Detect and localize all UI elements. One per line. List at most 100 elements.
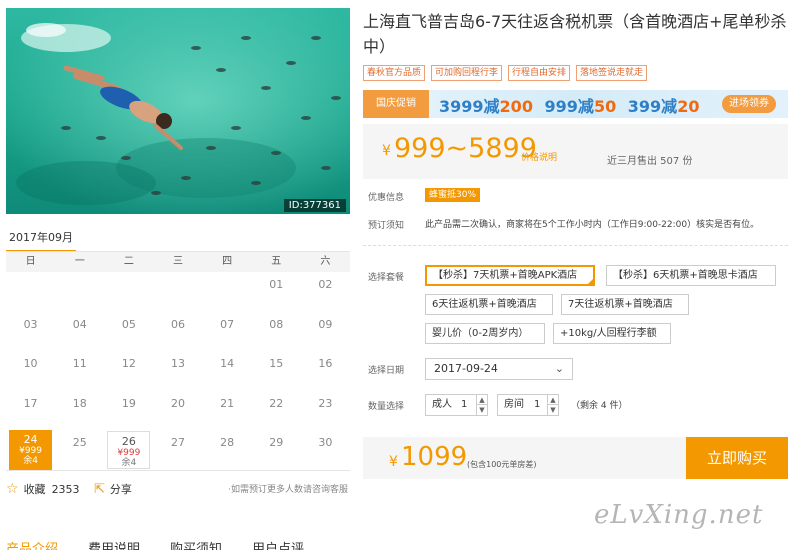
decrease-adult-icon[interactable]: ▼ — [476, 405, 487, 415]
day-number: 04 — [72, 317, 87, 331]
calendar-day-available[interactable]: 24 ¥999 余4 — [9, 430, 53, 470]
price-range: 999~5899 — [394, 133, 537, 164]
calendar-day: 21 — [203, 391, 252, 431]
calendar-day: 04 — [55, 312, 104, 352]
adult-label: 成人 — [432, 399, 452, 410]
promo-banner[interactable]: 国庆促销 3999减200 999减50 399减20 进场领券 — [363, 90, 788, 118]
package-option[interactable]: 婴儿价（0-2周岁内） — [425, 323, 545, 344]
decrease-room-icon[interactable]: ▼ — [547, 405, 558, 415]
weekday-label: 日 — [25, 256, 36, 267]
day-number: 14 — [220, 357, 235, 370]
day-price: ¥999 — [117, 448, 141, 458]
calendar-empty-cell — [153, 272, 202, 312]
adult-count: 1 — [461, 399, 468, 410]
date-label: 选择日期 — [368, 366, 405, 376]
quantity-label: 数量选择 — [368, 402, 405, 412]
room-quantity-stepper[interactable]: 房间 1 ▲ ▼ — [497, 394, 559, 416]
product-tag: 落地签说走就走 — [576, 65, 648, 81]
tab-fee-info[interactable]: 费用说明 — [88, 538, 140, 550]
photo-id-label: ID:377361 — [283, 199, 346, 212]
day-number: 25 — [72, 436, 87, 449]
package-option[interactable]: +10kg/人回程行李额 — [553, 323, 671, 344]
calendar-day: 13 — [153, 351, 202, 391]
product-tag: 春秋官方品质 — [363, 65, 426, 81]
share-button[interactable]: ⇱ 分享 — [94, 481, 132, 497]
day-number: 09 — [318, 317, 333, 331]
day-number: 20 — [170, 396, 185, 410]
day-number: 18 — [72, 396, 87, 410]
booking-note-label: 预订须知 — [368, 221, 405, 231]
calendar-day: 12 — [104, 351, 153, 391]
day-number: 11 — [72, 357, 87, 370]
weekday-label: 三 — [172, 256, 183, 267]
product-photo[interactable]: ID:377361 — [6, 8, 350, 214]
tab-product-intro[interactable]: 产品介绍 — [6, 538, 58, 550]
date-value: 2017-09-24 — [434, 362, 498, 375]
calendar-empty-cell — [104, 272, 153, 312]
product-tags: 春秋官方品质 可加购回程行李 行程自由安排 落地签说走就走 — [363, 65, 653, 81]
weekday-label: 四 — [222, 256, 233, 267]
package-option[interactable]: 【秒杀】6天机票+首晚思卡酒店 — [606, 265, 776, 286]
day-number: 29 — [269, 436, 284, 449]
calendar-day: 29 — [252, 430, 301, 470]
calendar-day: 27 — [153, 430, 202, 470]
sales-count: 近三月售出 507 份 — [607, 156, 693, 167]
day-number: 07 — [220, 317, 235, 331]
tab-user-reviews[interactable]: 用户点评 — [252, 538, 304, 550]
calendar-day: 06 — [153, 312, 202, 352]
calendar-month-tab[interactable]: 2017年09月 — [6, 224, 76, 252]
day-number: 15 — [269, 357, 284, 370]
package-option-selected[interactable]: 【秒杀】7天机票+首晚APK酒店 — [425, 265, 595, 286]
deal-discount: 200 — [499, 97, 533, 116]
price-note-link[interactable]: 价格说明 — [521, 150, 557, 163]
adult-quantity-stepper[interactable]: 成人 1 ▲ ▼ — [425, 394, 488, 416]
day-number: 22 — [269, 396, 284, 410]
day-number: 03 — [23, 317, 38, 331]
increase-adult-icon[interactable]: ▲ — [476, 395, 487, 405]
day-remaining: 余4 — [121, 458, 137, 468]
calendar-day: 19 — [104, 391, 153, 431]
date-select[interactable]: 2017-09-24 ⌄ — [425, 358, 573, 380]
day-number: 24 — [23, 433, 38, 446]
buy-now-button[interactable]: 立即购买 — [686, 437, 788, 479]
deal-threshold: 999减 — [544, 97, 594, 116]
calendar-day: 09 — [301, 312, 350, 352]
tab-purchase-notes[interactable]: 购买须知 — [170, 538, 222, 550]
day-number: 17 — [23, 396, 38, 410]
calendar-day: 03 — [6, 312, 55, 352]
day-number: 12 — [121, 357, 136, 370]
calendar-day: 28 — [203, 430, 252, 470]
package-option[interactable]: 7天往返机票+首晚酒店 — [561, 294, 689, 315]
weekday-label: 二 — [123, 256, 134, 267]
calendar-weekdays: 日一二三四五六 — [6, 252, 350, 272]
favorite-button[interactable]: ☆ 收藏 2353 — [6, 481, 80, 497]
detail-tabs: 产品介绍 费用说明 购买须知 用户点评 — [6, 538, 334, 550]
day-number: 01 — [269, 278, 284, 291]
calendar-empty-cell — [6, 272, 55, 312]
day-remaining: 余4 — [23, 456, 38, 466]
promo-label: 优惠信息 — [368, 193, 405, 203]
share-label: 分享 — [109, 483, 132, 496]
deal-threshold: 399减 — [627, 97, 678, 116]
calendar-day: 22 — [252, 391, 301, 431]
increase-room-icon[interactable]: ▲ — [547, 395, 558, 405]
weekday-label: 五 — [271, 256, 282, 267]
day-number: 10 — [23, 357, 38, 370]
day-number: 23 — [318, 396, 333, 410]
star-icon: ☆ — [6, 481, 19, 497]
calendar-day: 25 — [55, 430, 104, 470]
day-number: 05 — [121, 317, 136, 331]
calendar-empty-cell — [55, 272, 104, 312]
product-tag: 行程自由安排 — [508, 65, 571, 81]
get-coupon-button[interactable]: 进场领券 — [722, 95, 776, 113]
calendar-day-available[interactable]: 26 ¥999 余4 — [107, 431, 151, 469]
customer-service-hint: ·如需预订更多人数请咨询客服 — [228, 485, 348, 495]
product-title: 上海直飞普吉岛6-7天往返含税机票（含首晚酒店+尾单秒杀中） — [363, 12, 787, 56]
promo-badge: 蜂蜜抵30% — [425, 188, 481, 202]
package-option[interactable]: 6天往返机票+首晚酒店 — [425, 294, 553, 315]
calendar-day: 20 — [153, 391, 202, 431]
booking-note-text: 此产品需二次确认，商家将在5个工作小时内（工作日9:00-22:00）核实是否有… — [425, 220, 760, 230]
total-note: (包含100元单房差) — [467, 460, 537, 469]
calendar-day: 23 — [301, 391, 350, 431]
total-price: 1099 — [401, 442, 468, 472]
